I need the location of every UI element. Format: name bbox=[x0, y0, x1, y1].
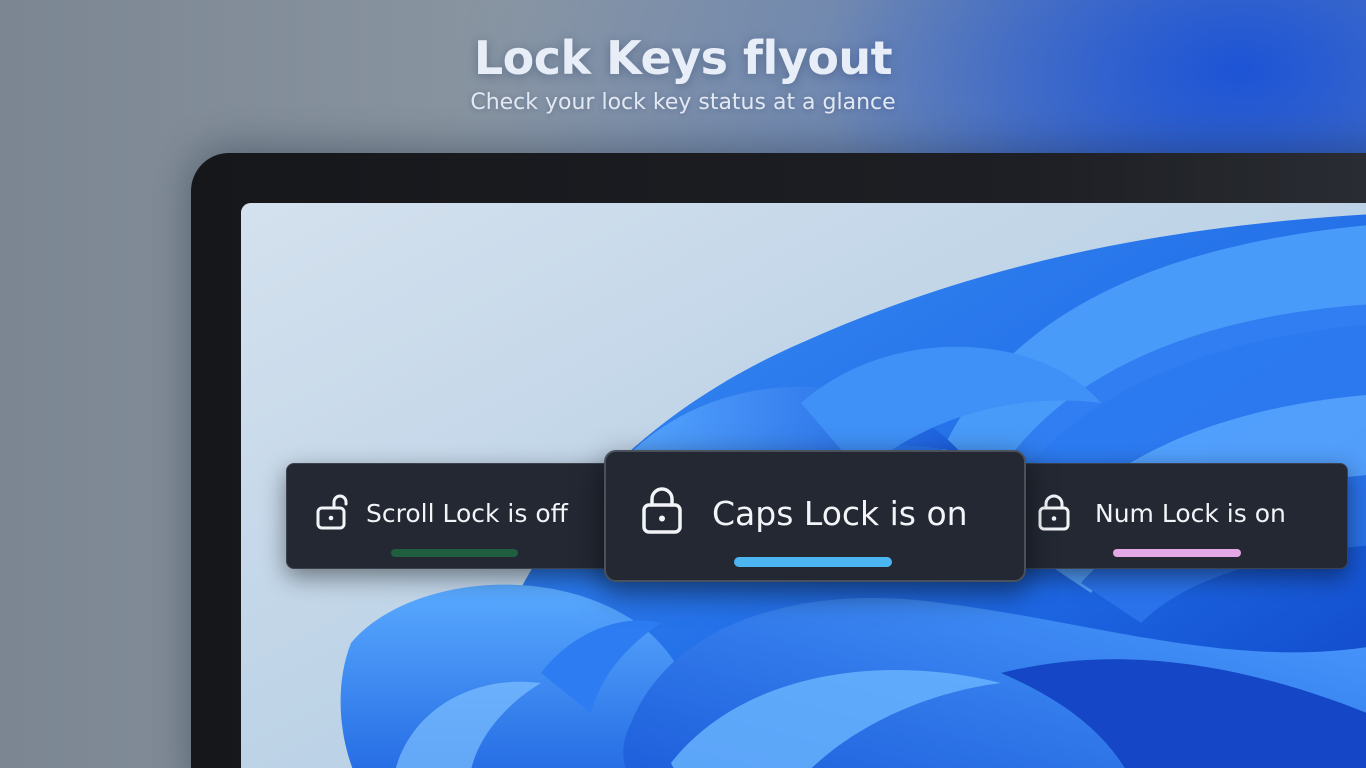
scroll-lock-flyout: Scroll Lock is off bbox=[286, 463, 618, 569]
page-title: Lock Keys flyout bbox=[473, 31, 893, 85]
lock-open-icon bbox=[315, 492, 351, 536]
lock-closed-icon bbox=[1037, 494, 1071, 536]
lock-closed-icon bbox=[640, 486, 684, 540]
caps-lock-indicator bbox=[734, 557, 892, 567]
num-lock-flyout: Num Lock is on bbox=[1010, 463, 1348, 569]
caps-lock-label: Caps Lock is on bbox=[712, 494, 968, 533]
promo-header: Lock Keys flyout Check your lock key sta… bbox=[0, 28, 1366, 115]
num-lock-indicator bbox=[1113, 549, 1241, 557]
scroll-lock-label: Scroll Lock is off bbox=[366, 499, 568, 528]
caps-lock-flyout: Caps Lock is on bbox=[604, 450, 1026, 582]
num-lock-label: Num Lock is on bbox=[1095, 499, 1286, 528]
page-subtitle: Check your lock key status at a glance bbox=[470, 90, 896, 115]
scroll-lock-indicator bbox=[391, 549, 518, 557]
